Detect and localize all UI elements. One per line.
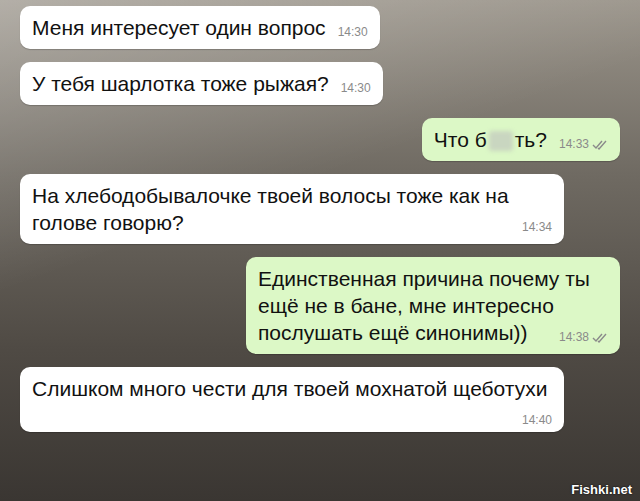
incoming-message[interactable]: Меня интересует один вопрос 14:30 bbox=[20, 6, 380, 49]
message-meta: 14:40 bbox=[522, 412, 552, 428]
message-list: Меня интересует один вопрос14:30У тебя ш… bbox=[0, 0, 640, 440]
censor-blur bbox=[489, 131, 513, 151]
message-meta: 14:30 bbox=[338, 24, 368, 40]
message-meta: 14:34 bbox=[522, 219, 552, 235]
message-time: 14:30 bbox=[341, 80, 371, 96]
message-time: 14:40 bbox=[522, 412, 552, 428]
outgoing-message[interactable]: Единственная причина почему ты ещё не в … bbox=[246, 257, 620, 354]
watermark: Fishki.net bbox=[571, 482, 632, 497]
incoming-message[interactable]: На хлебодобывалочке твоей волосы тоже ка… bbox=[20, 174, 564, 244]
chat-screen: Меня интересует один вопрос14:30У тебя ш… bbox=[0, 0, 640, 501]
message-time: 14:30 bbox=[338, 24, 368, 40]
message-text: Что б bbox=[434, 128, 487, 151]
message-meta: 14:30 bbox=[341, 80, 371, 96]
message-text: Единственная причина почему ты ещё не в … bbox=[258, 267, 590, 344]
message-time: 14:38 bbox=[559, 329, 589, 345]
outgoing-message[interactable]: Что б ть? 14:33 bbox=[422, 118, 620, 161]
read-ticks-icon bbox=[592, 332, 608, 343]
read-ticks-icon bbox=[592, 139, 608, 150]
message-meta: 14:38 bbox=[559, 329, 608, 345]
message-text: Слишком много чести для твоей мохнатой щ… bbox=[32, 377, 547, 400]
message-time: 14:33 bbox=[559, 136, 589, 152]
incoming-message[interactable]: Слишком много чести для твоей мохнатой щ… bbox=[20, 367, 564, 432]
message-time: 14:34 bbox=[522, 219, 552, 235]
message-text: У тебя шарлотка тоже рыжая? bbox=[32, 72, 329, 95]
message-text: На хлебодобывалочке твоей волосы тоже ка… bbox=[32, 184, 509, 234]
incoming-message[interactable]: У тебя шарлотка тоже рыжая? 14:30 bbox=[20, 62, 383, 105]
message-meta: 14:33 bbox=[559, 136, 608, 152]
message-text: ть? bbox=[515, 128, 547, 151]
message-text: Меня интересует один вопрос bbox=[32, 16, 326, 39]
